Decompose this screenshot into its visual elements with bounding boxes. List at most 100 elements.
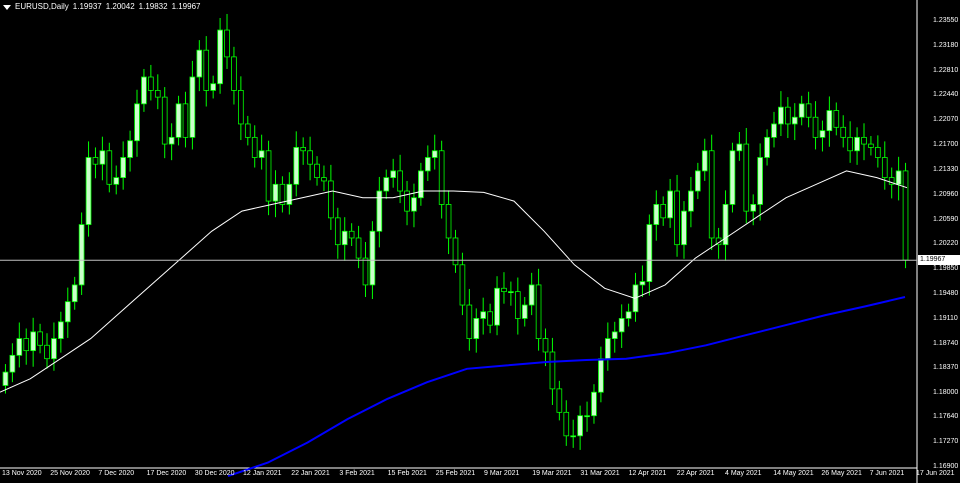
bull-candle-body: [577, 415, 583, 437]
bull-candle-body: [778, 106, 784, 125]
time-tick-label: 15 Feb 2021: [387, 470, 427, 477]
bull-candle-body: [688, 190, 694, 212]
bull-candle-body: [625, 311, 632, 319]
bear-candle-body: [487, 311, 493, 326]
bull-candle-body: [521, 304, 528, 319]
bull-candle-body: [598, 358, 604, 393]
bull-candle-body: [695, 170, 701, 192]
time-tick-label: 12 Apr 2021: [628, 470, 667, 477]
bear-candle-body: [459, 264, 466, 306]
ohlc-low: 1.19832: [138, 2, 168, 11]
bull-candle-body: [16, 338, 23, 356]
time-tick-label: 7 Jun 2021: [869, 470, 905, 477]
bull-candle-body: [528, 284, 535, 306]
bear-candle-body: [861, 136, 867, 145]
bull-candle-body: [854, 136, 860, 152]
bull-candle-body: [757, 157, 763, 205]
bull-candle-body: [411, 197, 417, 212]
bull-candle-body: [618, 318, 625, 333]
bear-candle-body: [307, 150, 313, 165]
price-tick-label: 1.21330: [933, 165, 959, 173]
bull-candle-body: [826, 110, 833, 132]
bear-candle-body: [23, 338, 30, 352]
bear-candle-body: [148, 76, 154, 91]
bull-candle-body: [418, 170, 424, 199]
bear-candle-body: [300, 147, 307, 152]
bear-candle-body: [224, 29, 230, 58]
bear-candle-body: [238, 90, 244, 125]
bull-candle-body: [584, 415, 590, 418]
time-tick-label: 19 Mar 2021: [532, 470, 572, 477]
ohlc-high: 1.20042: [105, 2, 135, 11]
price-tick-label: 1.19480: [933, 289, 959, 297]
bear-candle-body: [674, 190, 680, 246]
bull-candle-body: [175, 103, 182, 138]
time-tick-label: 31 Mar 2021: [580, 470, 620, 477]
bear-candle-body: [542, 338, 549, 353]
bear-candle-body: [563, 411, 570, 437]
bull-candle-body: [258, 150, 265, 158]
price-tick-label: 1.20960: [933, 190, 959, 198]
bear-candle-body: [231, 56, 237, 91]
bull-candle-body: [701, 150, 708, 172]
bear-candle-body: [438, 150, 445, 205]
time-tick-label: 9 Mar 2021: [484, 470, 520, 477]
bull-candle-body: [729, 150, 736, 205]
bull-candle-body: [390, 170, 397, 179]
bear-candle-body: [355, 237, 362, 259]
time-tick-label: 30 Dec 2020: [194, 470, 235, 477]
bull-candle-body: [58, 321, 64, 339]
bear-candle-body: [514, 291, 521, 319]
bull-candle-body: [127, 140, 133, 158]
bull-candle-body: [667, 190, 673, 219]
time-tick-label: 3 Feb 2021: [339, 470, 375, 477]
bear-candle-body: [161, 96, 168, 145]
ohlc-open: 1.19937: [72, 2, 102, 11]
bull-candle-body: [217, 29, 223, 85]
bear-candle-body: [362, 257, 369, 286]
bull-candle-body: [681, 210, 687, 246]
bear-candle-body: [840, 126, 847, 138]
bear-candle-body: [847, 136, 853, 152]
bear-candle-body: [535, 284, 542, 339]
bear-candle-body: [902, 170, 909, 261]
bear-candle-body: [92, 157, 99, 165]
time-tick-label: 17 Dec 2020: [146, 470, 187, 477]
bear-candle-body: [868, 143, 874, 148]
bull-candle-body: [736, 143, 743, 152]
bull-candle-body: [9, 354, 16, 373]
bull-candle-body: [591, 391, 597, 417]
price-tick-label: 1.23180: [933, 41, 959, 49]
dropdown-triangle-icon[interactable]: [3, 4, 11, 10]
bull-candle-body: [85, 157, 92, 225]
price-tick-label: 1.17640: [933, 413, 959, 421]
symbol-title: EURUSD,Daily: [15, 2, 69, 11]
bull-candle-body: [494, 287, 500, 326]
bear-candle-body: [805, 103, 812, 118]
bear-candle-body: [501, 287, 507, 293]
bear-candle-body: [44, 344, 50, 360]
candles-layer: [2, 13, 909, 450]
bull-candle-body: [189, 76, 196, 138]
bear-candle-body: [556, 388, 563, 413]
bear-candle-body: [244, 123, 251, 138]
bull-candle-body: [369, 230, 376, 286]
chart-window[interactable]: EURUSD,Daily 1.19937 1.20042 1.19832 1.1…: [0, 0, 960, 483]
time-tick-label: 25 Feb 2021: [435, 470, 476, 477]
bear-candle-body: [334, 217, 341, 246]
time-tick-label: 22 Apr 2021: [676, 470, 715, 477]
time-tick-label: 13 Nov 2020: [2, 470, 42, 477]
bear-candle-body: [466, 304, 473, 339]
bull-candle-body: [30, 331, 36, 352]
time-tick-label: 14 May 2021: [773, 470, 814, 477]
price-tick-label: 1.18370: [933, 364, 959, 372]
price-tick-label: 1.23550: [933, 17, 959, 24]
bull-candle-body: [508, 291, 514, 294]
price-tick-label: 1.19850: [933, 265, 959, 273]
price-tick-label: 1.22440: [933, 91, 959, 99]
price-tick-label: 1.22070: [933, 116, 959, 124]
bull-candle-body: [376, 190, 383, 232]
chart-canvas[interactable]: [0, 0, 960, 483]
bull-candle-body: [196, 49, 203, 78]
bull-candle-body: [383, 177, 390, 192]
